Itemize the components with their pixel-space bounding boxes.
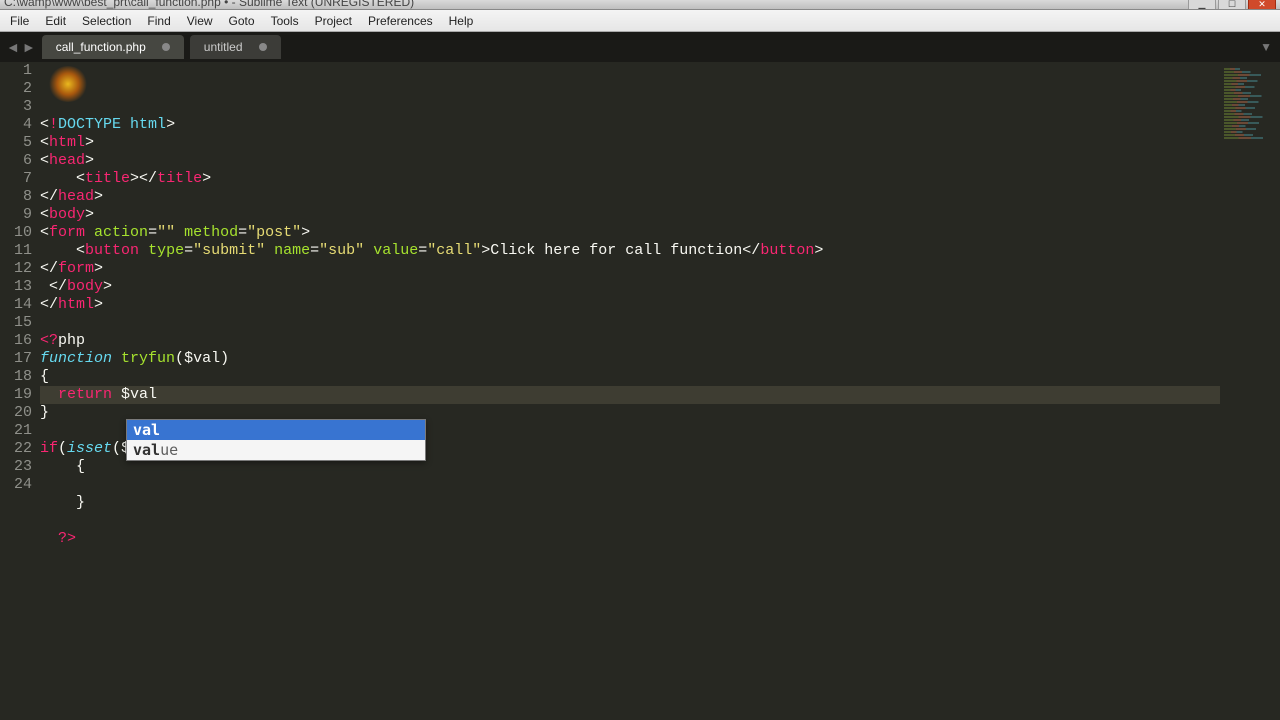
code-line[interactable]: { <box>40 368 1280 386</box>
code-line[interactable]: <?php <box>40 332 1280 350</box>
line-number: 13 <box>0 278 32 296</box>
line-number: 7 <box>0 170 32 188</box>
line-number: 2 <box>0 80 32 98</box>
line-number: 20 <box>0 404 32 422</box>
code-line[interactable]: </html> <box>40 296 1280 314</box>
tab-bar: ◄ ► call_function.php untitled ▼ <box>0 32 1280 62</box>
line-number: 3 <box>0 98 32 116</box>
code-line[interactable]: <head> <box>40 152 1280 170</box>
line-number: 10 <box>0 224 32 242</box>
code-line[interactable] <box>40 314 1280 332</box>
cursor-highlight-glow <box>48 66 88 102</box>
tab-overflow-icon[interactable]: ▼ <box>1260 40 1272 54</box>
minimize-button[interactable]: ▁ <box>1188 0 1216 9</box>
line-number: 24 <box>0 476 32 494</box>
menu-bar: File Edit Selection Find View Goto Tools… <box>0 10 1280 32</box>
code-content[interactable]: <!DOCTYPE html><html><head> <title></tit… <box>40 62 1280 720</box>
line-number-gutter: 123456789101112131415161718192021222324 <box>0 62 40 720</box>
autocomplete-item[interactable]: val <box>127 420 425 440</box>
line-number: 15 <box>0 314 32 332</box>
line-number: 18 <box>0 368 32 386</box>
code-line[interactable]: <button type="submit" name="sub" value="… <box>40 242 1280 260</box>
code-line[interactable]: } <box>40 494 1280 512</box>
window-titlebar: C:\wamp\www\best_prt\call_function.php •… <box>0 0 1280 10</box>
menu-preferences[interactable]: Preferences <box>360 11 441 31</box>
menu-tools[interactable]: Tools <box>263 11 307 31</box>
tab-untitled[interactable]: untitled <box>190 35 281 59</box>
code-line[interactable] <box>40 512 1280 530</box>
tab-nav-arrows: ◄ ► <box>0 39 42 55</box>
menu-edit[interactable]: Edit <box>37 11 74 31</box>
close-button[interactable]: ✕ <box>1248 0 1276 9</box>
line-number: 16 <box>0 332 32 350</box>
tab-label: untitled <box>204 40 243 54</box>
minimap[interactable] <box>1220 62 1280 720</box>
menu-find[interactable]: Find <box>139 11 178 31</box>
menu-project[interactable]: Project <box>307 11 360 31</box>
code-line[interactable]: <form action="" method="post"> <box>40 224 1280 242</box>
code-line[interactable]: ?> <box>40 530 1280 548</box>
code-line[interactable]: </form> <box>40 260 1280 278</box>
line-number: 17 <box>0 350 32 368</box>
code-line[interactable]: <!DOCTYPE html> <box>40 116 1280 134</box>
tab-call-function-php[interactable]: call_function.php <box>42 35 184 59</box>
tab-dirty-indicator-icon <box>162 43 170 51</box>
line-number: 21 <box>0 422 32 440</box>
maximize-button[interactable]: ☐ <box>1218 0 1246 9</box>
tab-nav-forward-icon[interactable]: ► <box>22 39 36 55</box>
line-number: 1 <box>0 62 32 80</box>
code-line[interactable]: function tryfun($val) <box>40 350 1280 368</box>
code-line[interactable]: <body> <box>40 206 1280 224</box>
line-number: 4 <box>0 116 32 134</box>
menu-goto[interactable]: Goto <box>221 11 263 31</box>
autocomplete-popup[interactable]: valvalue <box>126 419 426 461</box>
code-line[interactable]: <html> <box>40 134 1280 152</box>
line-number: 5 <box>0 134 32 152</box>
autocomplete-item[interactable]: value <box>127 440 425 460</box>
tab-dirty-indicator-icon <box>259 43 267 51</box>
code-line[interactable]: </body> <box>40 278 1280 296</box>
code-line[interactable]: return $val <box>40 386 1280 404</box>
editor-area[interactable]: 123456789101112131415161718192021222324 … <box>0 62 1280 720</box>
menu-help[interactable]: Help <box>441 11 482 31</box>
line-number: 9 <box>0 206 32 224</box>
line-number: 23 <box>0 458 32 476</box>
tab-label: call_function.php <box>56 40 146 54</box>
tab-nav-back-icon[interactable]: ◄ <box>6 39 20 55</box>
line-number: 19 <box>0 386 32 404</box>
line-number: 22 <box>0 440 32 458</box>
line-number: 11 <box>0 242 32 260</box>
line-number: 6 <box>0 152 32 170</box>
code-line[interactable] <box>40 476 1280 494</box>
window-title: C:\wamp\www\best_prt\call_function.php •… <box>4 0 414 9</box>
line-number: 14 <box>0 296 32 314</box>
code-line[interactable]: </head> <box>40 188 1280 206</box>
menu-file[interactable]: File <box>2 11 37 31</box>
menu-view[interactable]: View <box>179 11 221 31</box>
line-number: 12 <box>0 260 32 278</box>
code-line[interactable]: <title></title> <box>40 170 1280 188</box>
window-controls: ▁ ☐ ✕ <box>1188 0 1276 9</box>
menu-selection[interactable]: Selection <box>74 11 139 31</box>
line-number: 8 <box>0 188 32 206</box>
